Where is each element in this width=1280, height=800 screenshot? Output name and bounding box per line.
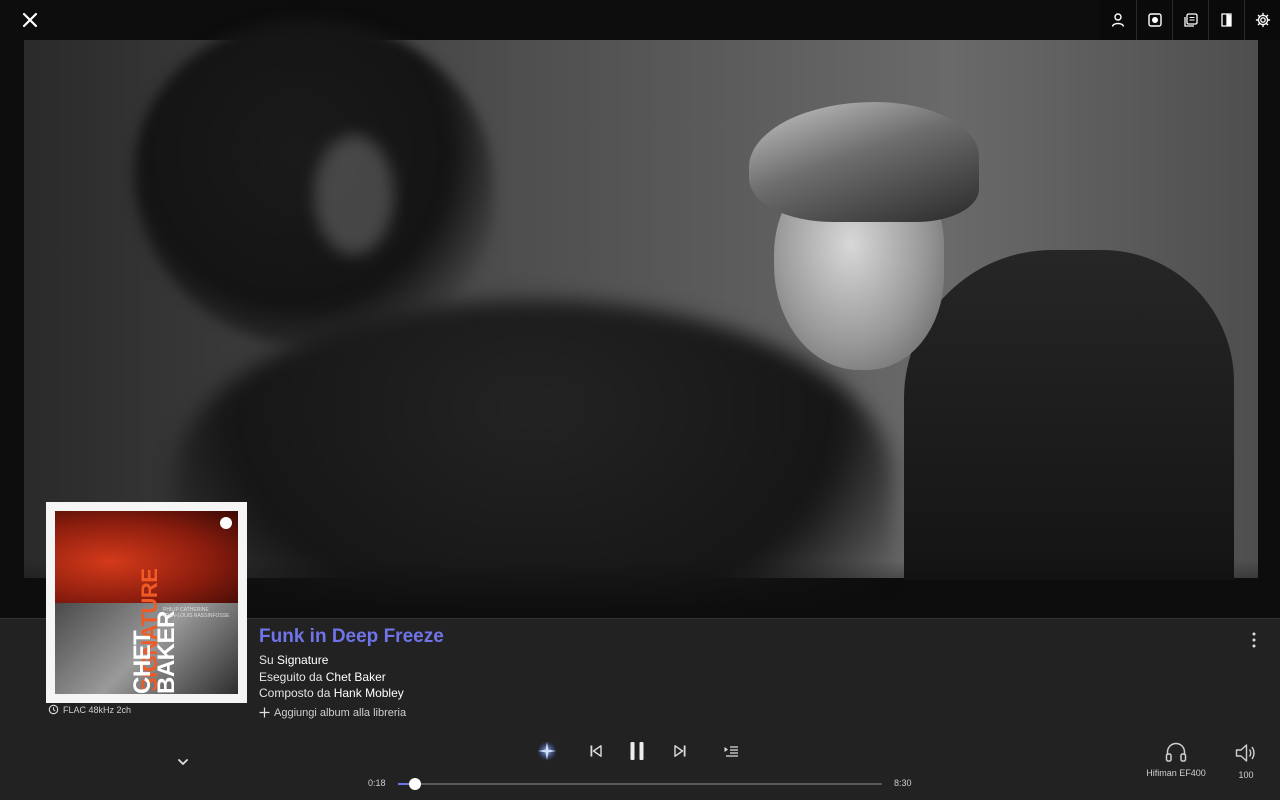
album-link[interactable]: Signature (277, 653, 328, 667)
composer-line: Composto da Hank Mobley (259, 685, 444, 702)
kebab-menu-icon (1252, 632, 1256, 648)
user-icon (1111, 13, 1125, 27)
next-track-button[interactable] (670, 738, 690, 764)
seek-handle[interactable] (409, 778, 422, 790)
track-title[interactable]: Funk in Deep Freeze (259, 626, 444, 648)
performer-link[interactable]: Chet Baker (326, 670, 386, 684)
album-art: SIGNATURE CHET BAKER PHILIP CATHERINE JE… (55, 511, 238, 694)
composer-link[interactable]: Hank Mobley (334, 686, 404, 700)
gear-icon (1255, 12, 1270, 28)
output-device-button[interactable]: Hifiman EF400 (1146, 740, 1206, 778)
booklet-button[interactable] (1208, 0, 1244, 40)
focus-button[interactable] (1136, 0, 1172, 40)
volume-level: 100 (1238, 770, 1254, 780)
artist-photo (24, 20, 1258, 620)
album-art-credit: PHILIP CATHERINE JEAN-LOUIS RASSINFOSSE (163, 607, 230, 619)
audio-format-info[interactable]: FLAC 48kHz 2ch (48, 704, 131, 715)
seek-bar[interactable] (398, 778, 882, 790)
close-icon (22, 12, 38, 28)
album-cover[interactable]: SIGNATURE CHET BAKER PHILIP CATHERINE JE… (46, 502, 247, 703)
photo-subject-body (904, 250, 1234, 580)
queue-icon (724, 746, 738, 757)
close-button[interactable] (18, 8, 42, 32)
output-device-label: Hifiman EF400 (1146, 768, 1206, 778)
magnifier-icon (48, 704, 59, 715)
performer-prefix: Eseguito da (259, 669, 323, 684)
settings-button[interactable] (1244, 0, 1280, 40)
plus-icon (259, 707, 270, 718)
photo-subject-hair (749, 102, 979, 222)
lyrics-button[interactable] (1172, 0, 1208, 40)
queue-button[interactable] (720, 738, 742, 764)
top-action-bar (1100, 0, 1280, 40)
focus-icon (1147, 13, 1162, 27)
photo-ear (314, 135, 394, 255)
album-prefix: Su (259, 653, 274, 667)
elapsed-time: 0:18 (368, 778, 386, 788)
profile-button[interactable] (1100, 0, 1136, 40)
playback-progress: 0:18 8:30 (360, 776, 920, 792)
transport-controls (0, 738, 1280, 764)
lyrics-icon (1183, 13, 1198, 27)
audio-format-label: FLAC 48kHz 2ch (63, 704, 132, 715)
speaker-icon (1235, 744, 1255, 762)
pause-icon (630, 742, 644, 760)
add-to-library-label: Aggiungi album alla libreria (274, 706, 407, 719)
skip-previous-icon (590, 745, 602, 757)
previous-track-button[interactable] (586, 738, 606, 764)
total-duration: 8:30 (894, 778, 912, 788)
sparkle-icon (537, 741, 557, 761)
performer-line: Eseguito da Chet Baker (259, 669, 444, 686)
track-metadata: Funk in Deep Freeze Su Signature Eseguit… (259, 626, 444, 719)
skip-next-icon (674, 745, 686, 757)
composer-prefix: Composto da (259, 686, 331, 700)
volume-button[interactable]: 100 (1232, 742, 1260, 780)
more-options-button[interactable] (1246, 630, 1262, 650)
headphones-icon (1165, 742, 1187, 762)
pause-button[interactable] (626, 738, 648, 764)
add-to-library-button[interactable]: Aggiungi album alla libreria (259, 707, 444, 719)
album-line: Su Signature (259, 652, 444, 669)
booklet-icon (1220, 13, 1232, 27)
autoplay-radio-button[interactable] (534, 738, 560, 764)
label-logo-icon (220, 517, 232, 529)
